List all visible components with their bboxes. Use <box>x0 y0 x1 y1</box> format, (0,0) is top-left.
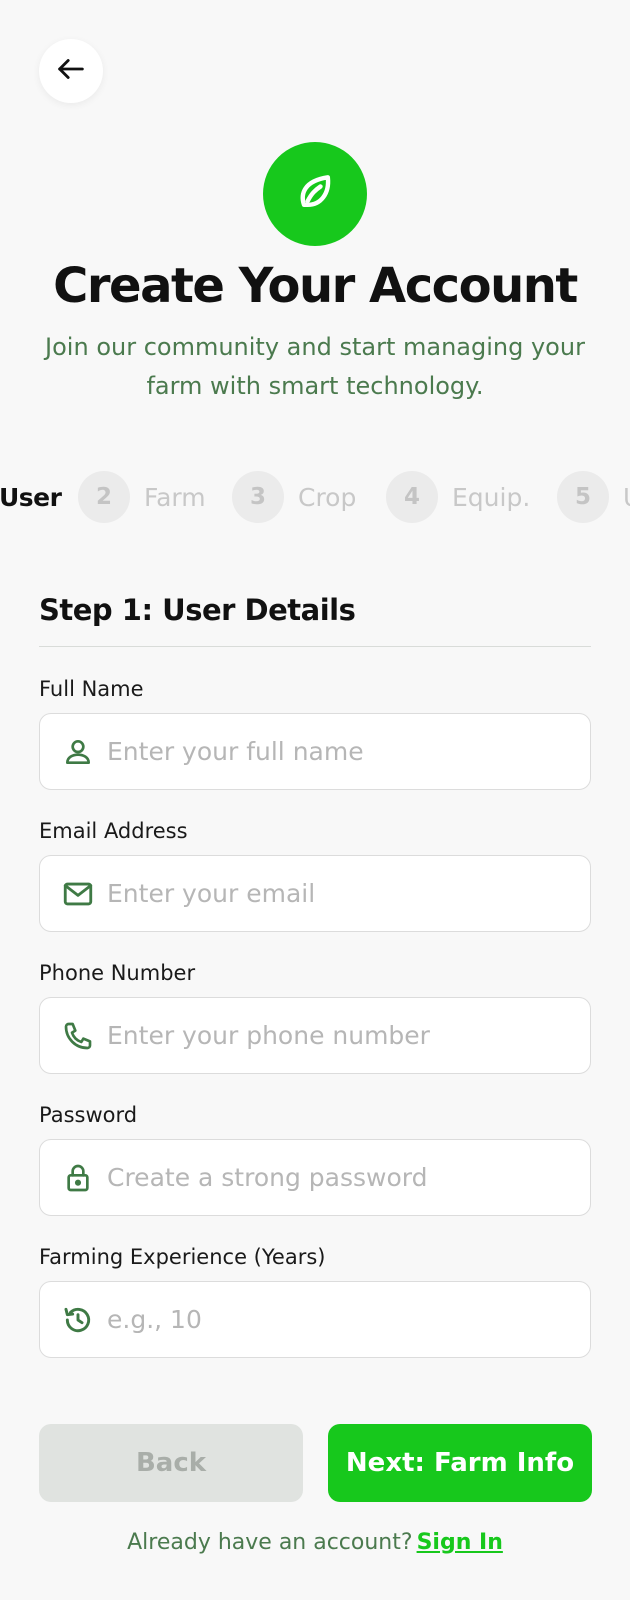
experience-field[interactable] <box>39 1281 591 1358</box>
phone-field[interactable] <box>39 997 591 1074</box>
step-label: Farm <box>144 482 206 512</box>
full-name-label: Full Name <box>39 677 144 701</box>
step-label: User <box>0 482 62 512</box>
step-farm[interactable]: 2 Farm <box>78 471 206 523</box>
step-label: U <box>623 483 630 512</box>
email-field[interactable] <box>39 855 591 932</box>
back-nav-button[interactable] <box>39 39 103 103</box>
divider <box>39 646 591 647</box>
back-button[interactable]: Back <box>39 1424 303 1502</box>
step-equipment[interactable]: 4 Equip. <box>386 471 530 523</box>
step-number: 4 <box>386 471 438 523</box>
page-title: Create Your Account <box>53 258 578 314</box>
step-label: Crop <box>298 482 357 512</box>
page-subtitle: Join our community and start managing yo… <box>45 333 585 400</box>
next-farm-info-button[interactable]: Next: Farm Info <box>328 1424 592 1502</box>
password-input[interactable] <box>107 1163 567 1192</box>
app-logo <box>263 142 367 246</box>
email-label: Email Address <box>39 819 188 843</box>
signin-prompt: Already have an account? Sign In <box>0 1530 630 1555</box>
arrow-left-icon <box>54 52 88 90</box>
step-number: 3 <box>232 471 284 523</box>
full-name-field[interactable] <box>39 713 591 790</box>
leaf-icon <box>293 170 337 218</box>
lock-icon <box>61 1161 95 1195</box>
person-icon <box>61 735 95 769</box>
signin-prompt-text: Already have an account? <box>127 1530 413 1555</box>
phone-label: Phone Number <box>39 961 196 985</box>
experience-input[interactable] <box>107 1305 567 1334</box>
step-label: Equip. <box>452 482 531 512</box>
step-number: 5 <box>557 471 609 523</box>
step-number: 2 <box>78 471 130 523</box>
sign-in-link[interactable]: Sign In <box>417 1530 503 1555</box>
step-five[interactable]: 5 U <box>557 471 630 523</box>
step-crop[interactable]: 3 Crop <box>232 471 356 523</box>
password-field[interactable] <box>39 1139 591 1216</box>
experience-label: Farming Experience (Years) <box>39 1245 326 1269</box>
section-title: Step 1: User Details <box>39 593 356 627</box>
signup-stepper: User 2 Farm 3 Crop 4 Equip. 5 U <box>0 471 630 523</box>
full-name-input[interactable] <box>107 737 567 766</box>
phone-icon <box>61 1019 95 1053</box>
email-input[interactable] <box>107 879 567 908</box>
mail-icon <box>61 877 95 911</box>
history-icon <box>61 1303 95 1337</box>
phone-input[interactable] <box>107 1021 567 1050</box>
step-user[interactable]: User <box>0 471 62 523</box>
password-label: Password <box>39 1103 138 1127</box>
